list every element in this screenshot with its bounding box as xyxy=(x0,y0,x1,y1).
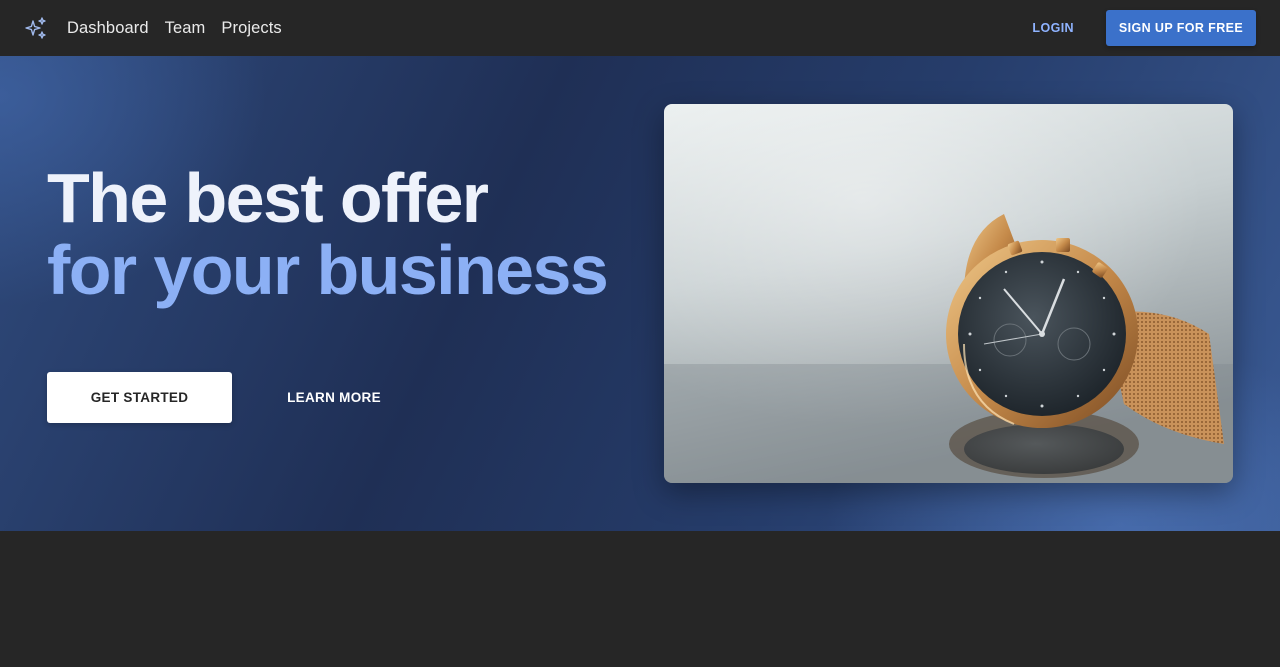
get-started-button[interactable]: GET STARTED xyxy=(47,372,232,423)
nav-link-team[interactable]: Team xyxy=(165,19,206,38)
sparkles-icon[interactable] xyxy=(24,16,48,40)
navbar: Dashboard Team Projects LOGIN SIGN UP FO… xyxy=(0,0,1280,56)
learn-more-button[interactable]: LEARN MORE xyxy=(272,372,396,423)
hero-title-line1: The best offer xyxy=(47,159,489,237)
hero-image-watch xyxy=(664,104,1233,483)
page-below-hero xyxy=(0,531,1280,667)
hero-title-line2: for your business xyxy=(47,231,609,309)
signup-button[interactable]: SIGN UP FOR FREE xyxy=(1106,10,1256,46)
nav-actions: LOGIN SIGN UP FOR FREE xyxy=(1032,10,1256,46)
nav-link-dashboard[interactable]: Dashboard xyxy=(67,19,149,38)
hero-title: The best offer for your business xyxy=(47,159,609,309)
nav-link-projects[interactable]: Projects xyxy=(221,19,281,38)
hero-section: The best offer for your business GET STA… xyxy=(0,56,1280,531)
nav-links: Dashboard Team Projects xyxy=(67,19,298,38)
login-button[interactable]: LOGIN xyxy=(1032,21,1074,35)
